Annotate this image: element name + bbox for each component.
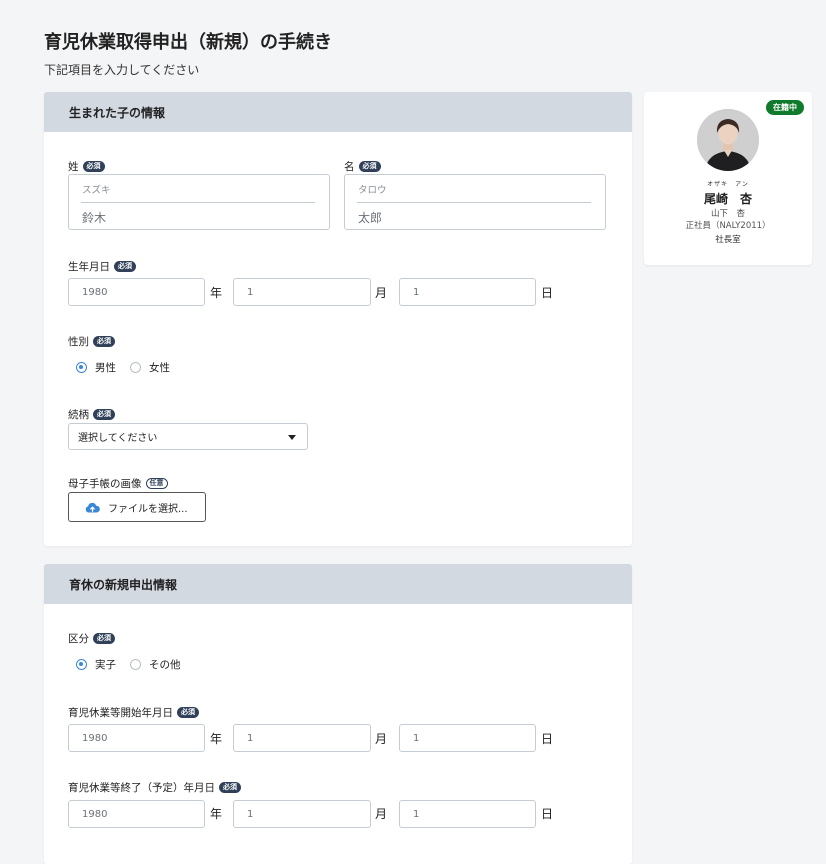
person-icon — [697, 109, 759, 171]
category-label: 区分 必須 — [68, 631, 115, 646]
end-day-input[interactable]: 1 — [399, 800, 536, 828]
avatar — [697, 109, 759, 171]
first-name-label: 名 必須 — [344, 159, 381, 174]
required-tag: 必須 — [177, 707, 199, 718]
category-radio-group: 実子 その他 — [76, 657, 181, 672]
birthdate-label: 生年月日 必須 — [68, 259, 136, 274]
chevron-down-icon — [288, 435, 296, 440]
last-name-field[interactable]: スズキ 鈴木 — [68, 174, 330, 230]
profile-kana: オザキ アン — [707, 181, 749, 188]
cloud-upload-icon — [85, 502, 100, 512]
month-unit: 月 — [375, 286, 388, 300]
year-unit: 年 — [210, 286, 223, 300]
end-month-input[interactable]: 1 — [233, 800, 371, 828]
handbook-label: 母子手帳の画像 任意 — [68, 476, 168, 491]
category-biological-radio[interactable] — [76, 659, 87, 670]
gender-female-label[interactable]: 女性 — [149, 360, 170, 375]
relation-label: 続柄 必須 — [68, 407, 115, 422]
profile-sub-name: 山下 杏 — [710, 209, 745, 219]
birth-year-input[interactable]: 1980 — [68, 278, 205, 306]
first-name-field[interactable]: タロウ 太郎 — [344, 174, 606, 230]
birth-day-input[interactable]: 1 — [399, 278, 536, 306]
divider — [357, 202, 591, 203]
last-name-kana-input[interactable]: スズキ — [82, 182, 111, 196]
required-tag: 必須 — [82, 161, 105, 172]
gender-female-radio[interactable] — [130, 362, 141, 373]
required-tag: 必須 — [93, 336, 115, 347]
required-tag: 必須 — [93, 409, 115, 420]
start-day-input[interactable]: 1 — [399, 724, 536, 752]
section-header: 生まれた子の情報 — [44, 92, 632, 132]
category-other-radio[interactable] — [130, 659, 141, 670]
month-unit: 月 — [375, 807, 388, 821]
file-select-label: ファイルを選択... — [108, 503, 188, 515]
page-title: 育児休業取得申出（新規）の手続き — [44, 32, 332, 53]
last-name-kanji-input[interactable]: 鈴木 — [82, 209, 106, 226]
start-year-input[interactable]: 1980 — [68, 724, 205, 752]
section-header: 育休の新規申出情報 — [44, 564, 632, 604]
gender-radio-group: 男性 女性 — [76, 360, 170, 375]
year-unit: 年 — [210, 732, 223, 746]
required-tag: 必須 — [219, 782, 241, 793]
end-date-label: 育児休業等終了（予定）年月日 必須 — [68, 780, 241, 795]
profile-department: 社長室 — [715, 235, 741, 245]
divider — [81, 202, 315, 203]
end-year-input[interactable]: 1980 — [68, 800, 205, 828]
child-info-section: 生まれた子の情報 姓 必須 スズキ 鈴木 名 必須 タロウ 太郎 生年月日 必須… — [44, 92, 632, 546]
category-biological-label[interactable]: 実子 — [95, 657, 116, 672]
gender-male-label[interactable]: 男性 — [95, 360, 116, 375]
profile-name: 尾崎 杏 — [703, 192, 752, 206]
gender-label: 性別 必須 — [68, 334, 115, 349]
year-unit: 年 — [210, 807, 223, 821]
optional-tag: 任意 — [145, 478, 168, 489]
required-tag: 必須 — [358, 161, 381, 172]
leave-request-section: 育休の新規申出情報 区分 必須 実子 その他 育児休業等開始年月日 必須 198… — [44, 564, 632, 864]
birth-month-input[interactable]: 1 — [233, 278, 371, 306]
employee-profile-card: 在籍中 オザキ アン 尾崎 杏 山下 杏 正社員（NALY2011） 社長室 — [644, 92, 812, 265]
relation-select-value: 選択してください — [78, 433, 158, 444]
gender-male-radio[interactable] — [76, 362, 87, 373]
page-subtitle: 下記項目を入力してください — [44, 63, 200, 77]
relation-select[interactable]: 選択してください — [68, 423, 308, 450]
start-date-label: 育児休業等開始年月日 必須 — [68, 705, 199, 720]
first-name-kanji-input[interactable]: 太郎 — [358, 209, 382, 226]
day-unit: 日 — [541, 732, 554, 746]
file-select-button[interactable]: ファイルを選択... — [68, 492, 206, 522]
last-name-label: 姓 必須 — [68, 159, 105, 174]
required-tag: 必須 — [93, 633, 115, 644]
status-badge: 在籍中 — [766, 100, 804, 115]
day-unit: 日 — [541, 286, 554, 300]
first-name-kana-input[interactable]: タロウ — [358, 182, 387, 196]
month-unit: 月 — [375, 732, 388, 746]
category-other-label[interactable]: その他 — [149, 657, 181, 672]
day-unit: 日 — [541, 807, 554, 821]
profile-employment: 正社員（NALY2011） — [685, 221, 771, 231]
start-month-input[interactable]: 1 — [233, 724, 371, 752]
required-tag: 必須 — [114, 261, 136, 272]
